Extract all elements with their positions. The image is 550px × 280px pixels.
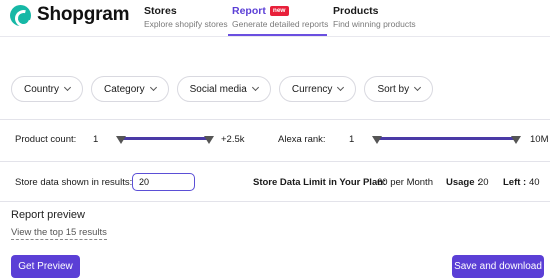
filter-bar: Country Category Social media Currency S… [11,76,434,102]
nav-stores-subtitle: Explore shopify stores [144,19,228,29]
filter-currency[interactable]: Currency [278,76,357,102]
header-divider [0,36,550,37]
product-count-min-handle[interactable] [116,136,126,144]
filter-social-media[interactable]: Social media [176,76,271,102]
product-count-min: 1 [93,134,99,145]
chevron-down-icon [63,83,72,92]
alexa-rank-min: 1 [349,134,355,145]
new-badge: new [269,6,289,16]
brand-logo[interactable]: Shopgram [10,4,130,26]
alexa-rank-max: 10M [530,134,549,145]
filter-sort-by[interactable]: Sort by [364,76,434,102]
chevron-down-icon [149,83,157,92]
filter-social-media-label: Social media [189,83,247,95]
nav-report-title: Report [232,5,266,17]
product-count-label: Product count: [15,134,77,145]
section-divider [0,119,550,120]
plan-limit-label: Store Data Limit in Your Plan: [253,177,387,188]
brand-name: Shopgram [37,4,130,25]
chevron-down-icon [251,83,259,92]
nav-report-subtitle: Generate detailed reports [232,19,329,29]
usage-label: Usage : [446,177,481,188]
product-count-max-handle[interactable] [204,136,214,144]
top-header: Shopgram Stores Explore shopify stores R… [0,0,550,36]
chevron-down-icon [414,83,422,92]
report-preview-title: Report preview [11,209,85,221]
filter-country[interactable]: Country [11,76,84,102]
nav-report[interactable]: Report new Generate detailed reports [232,5,328,36]
view-top-results-link[interactable]: View the top 15 results [11,227,107,240]
get-preview-button[interactable]: Get Preview [11,255,80,278]
alexa-rank-max-handle[interactable] [511,136,521,144]
chevron-down-icon [337,83,345,92]
alexa-rank-min-handle[interactable] [372,136,382,144]
nav-products[interactable]: Products Find winning products [333,5,416,36]
nav-products-title: Products [333,5,379,17]
section-divider [0,161,550,162]
plan-limit-value: 60 per Month [377,177,433,188]
filter-category[interactable]: Category [91,76,169,102]
filter-category-label: Category [104,83,145,95]
nav-stores-title: Stores [144,5,177,17]
results-count-input[interactable] [132,173,195,191]
left-label: Left : [503,177,527,188]
product-count-max: +2.5k [221,134,245,145]
results-count-label: Store data shown in results: [15,177,133,188]
product-count-slider-track[interactable] [121,137,210,140]
left-value: 40 [529,177,540,188]
shopgram-logo-icon [10,4,31,26]
alexa-rank-slider-track[interactable] [377,137,517,140]
filter-country-label: Country [24,83,60,95]
alexa-rank-label: Alexa rank: [278,134,326,145]
nav-stores[interactable]: Stores Explore shopify stores [144,5,228,36]
nav-products-subtitle: Find winning products [333,19,416,29]
filter-currency-label: Currency [291,83,333,95]
usage-value: 20 [478,177,489,188]
section-divider [0,201,550,202]
save-and-download-button[interactable]: Save and download [452,255,544,278]
filter-sort-by-label: Sort by [377,83,410,95]
active-tab-indicator [228,34,327,36]
